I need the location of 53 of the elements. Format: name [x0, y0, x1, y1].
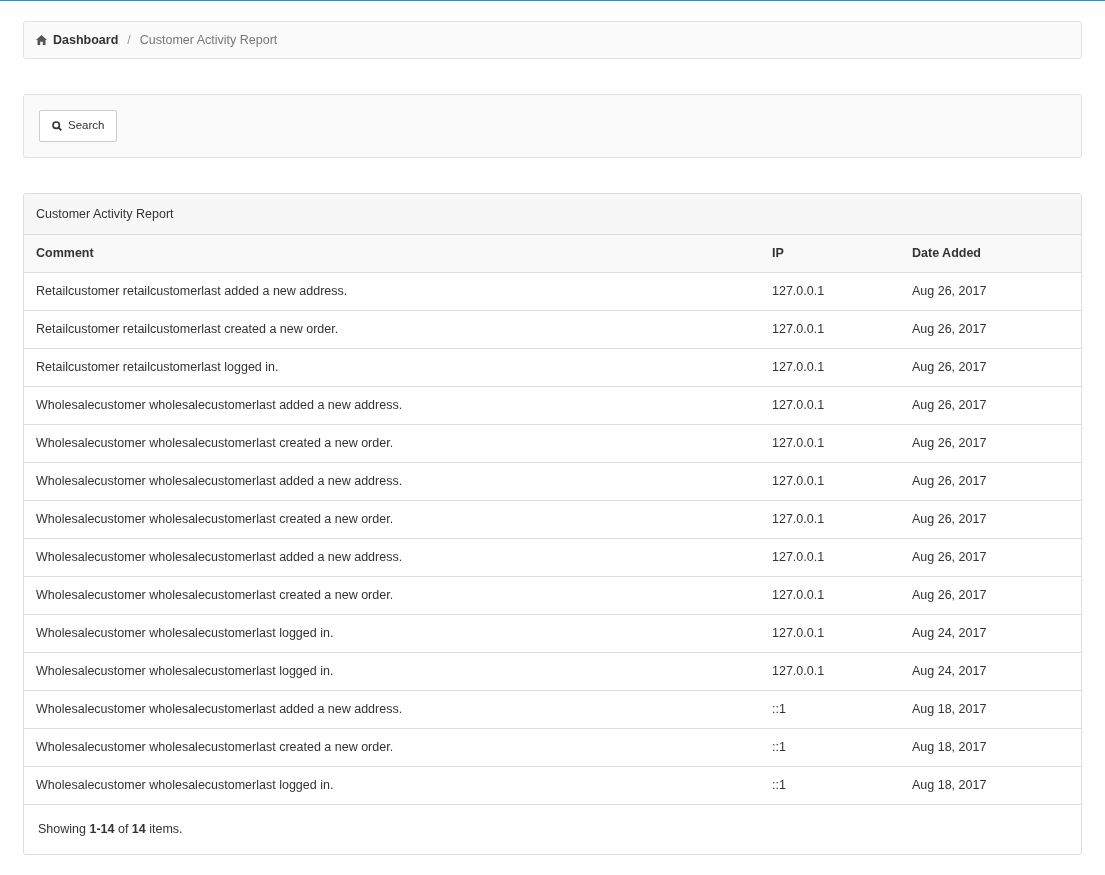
table-cell-text: Retailcustomer retailcustomerlast added a new address.: [36, 283, 349, 301]
table-cell-text: Wholesalecustomer wholesalecustomerlast added a new address.: [36, 473, 404, 491]
search-button[interactable]: Search: [39, 110, 118, 142]
breadcrumb-link[interactable]: Dashboard: [36, 30, 119, 50]
table-cell-text: 127.0.0.1: [772, 435, 826, 453]
table-cell-text: Wholesalecustomer wholesalecustomerlast logged in.: [36, 777, 335, 795]
table-cell-text: Aug 18, 2017: [912, 701, 988, 719]
breadcrumb-separator: /: [126, 31, 132, 49]
table-cell-text: 127.0.0.1: [772, 625, 826, 643]
table-cell-text: Aug 26, 2017: [912, 283, 988, 301]
table-cell-text: Retailcustomer retailcustomerlast logged in.: [36, 359, 280, 377]
breadcrumb-current: Customer Activity Report: [139, 31, 278, 49]
table-cell-text: Aug 26, 2017: [912, 549, 988, 567]
table-cell-text: Aug 26, 2017: [912, 473, 988, 491]
table-cell-text: Wholesalecustomer wholesalecustomerlast added a new address.: [36, 701, 404, 719]
home-icon: [36, 35, 47, 45]
table-cell-text: Aug 24, 2017: [912, 625, 988, 643]
table-cell-text: 127.0.0.1: [772, 397, 826, 415]
table-cell-text: Wholesalecustomer wholesalecustomerlast logged in.: [36, 663, 335, 681]
table-cell-text: Wholesalecustomer wholesalecustomerlast added a new address.: [36, 549, 404, 567]
table-cell-text: Aug 26, 2017: [912, 397, 988, 415]
column-header: IP: [772, 245, 785, 263]
column-header: Date Added: [912, 245, 982, 263]
table-cell-text: Aug 26, 2017: [912, 587, 988, 605]
column-header: Comment: [36, 245, 95, 263]
table-cell-text: Wholesalecustomer wholesalecustomerlast created a new order.: [36, 435, 395, 453]
table-cell-text: Retailcustomer retailcustomerlast created a new order.: [36, 321, 340, 339]
table-cell-text: 127.0.0.1: [772, 587, 826, 605]
table-cell-text: 127.0.0.1: [772, 549, 826, 567]
table-cell-text: Wholesalecustomer wholesalecustomerlast created a new order.: [36, 739, 395, 757]
table-cell-text: 127.0.0.1: [772, 473, 826, 491]
table-cell-text: 127.0.0.1: [772, 663, 826, 681]
search-icon: [52, 121, 62, 131]
summary-text: Showing 1-14 of 14 items.: [38, 821, 183, 839]
table-cell-text: Aug 18, 2017: [912, 739, 988, 757]
table-cell-text: Aug 26, 2017: [912, 359, 988, 377]
table-cell-text: ::1: [772, 777, 787, 795]
table-cell-text: Aug 26, 2017: [912, 321, 988, 339]
table-cell-text: 127.0.0.1: [772, 511, 826, 529]
table-cell-text: 127.0.0.1: [772, 321, 826, 339]
table-cell-text: ::1: [772, 739, 787, 757]
table-cell-text: ::1: [772, 701, 787, 719]
table-cell-text: Aug 18, 2017: [912, 777, 988, 795]
table-cell-text: Wholesalecustomer wholesalecustomerlast logged in.: [36, 625, 335, 643]
table-cell-text: Aug 26, 2017: [912, 435, 988, 453]
table-cell-text: Aug 24, 2017: [912, 663, 988, 681]
table-cell-text: Wholesalecustomer wholesalecustomerlast added a new address.: [36, 397, 404, 415]
table-cell-text: Wholesalecustomer wholesalecustomerlast created a new order.: [36, 587, 395, 605]
panel-title: Customer Activity Report: [36, 205, 174, 223]
table-cell-text: 127.0.0.1: [772, 359, 826, 377]
table-cell-text: 127.0.0.1: [772, 283, 826, 301]
table-cell-text: Aug 26, 2017: [912, 511, 988, 529]
table-cell-text: Wholesalecustomer wholesalecustomerlast created a new order.: [36, 511, 395, 529]
